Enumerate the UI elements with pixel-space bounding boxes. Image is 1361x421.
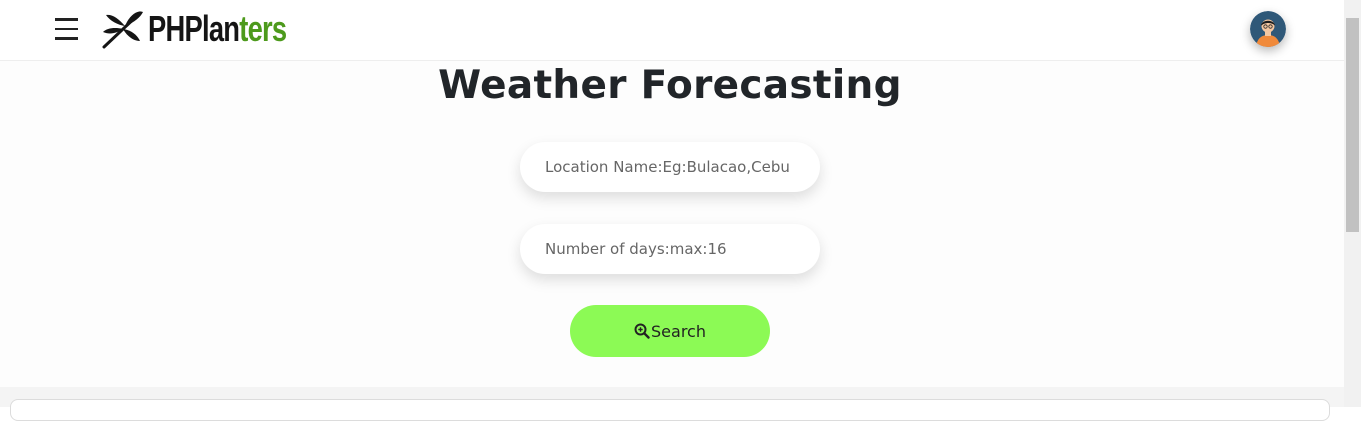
number-of-days-input[interactable] [520, 224, 820, 274]
main-content: Weather Forecasting Search [0, 60, 1344, 387]
location-name-input[interactable] [520, 142, 820, 192]
search-button-label: Search [651, 321, 706, 341]
results-section [0, 387, 1344, 421]
page-scrollbar[interactable] [1344, 0, 1361, 407]
menu-bar [55, 37, 78, 40]
menu-bar [55, 18, 78, 21]
search-button[interactable]: Search [570, 305, 770, 357]
scrollbar-thumb[interactable] [1346, 18, 1359, 232]
top-navbar: PHPlanters [0, 0, 1344, 61]
menu-bar [55, 27, 78, 31]
user-avatar-button[interactable] [1250, 11, 1286, 47]
user-avatar-icon [1250, 11, 1286, 47]
dragonfly-icon [102, 11, 143, 49]
logo-text-dark: PHPlan [148, 8, 240, 49]
page-title: Weather Forecasting [438, 63, 902, 108]
hamburger-menu-button[interactable] [52, 14, 82, 44]
results-card [10, 399, 1330, 421]
logo-text-green: ters [239, 8, 287, 49]
site-logo[interactable]: PHPlanters [100, 6, 330, 52]
logo-wordmark: PHPlanters [148, 8, 287, 49]
zoom-search-icon [634, 323, 650, 339]
